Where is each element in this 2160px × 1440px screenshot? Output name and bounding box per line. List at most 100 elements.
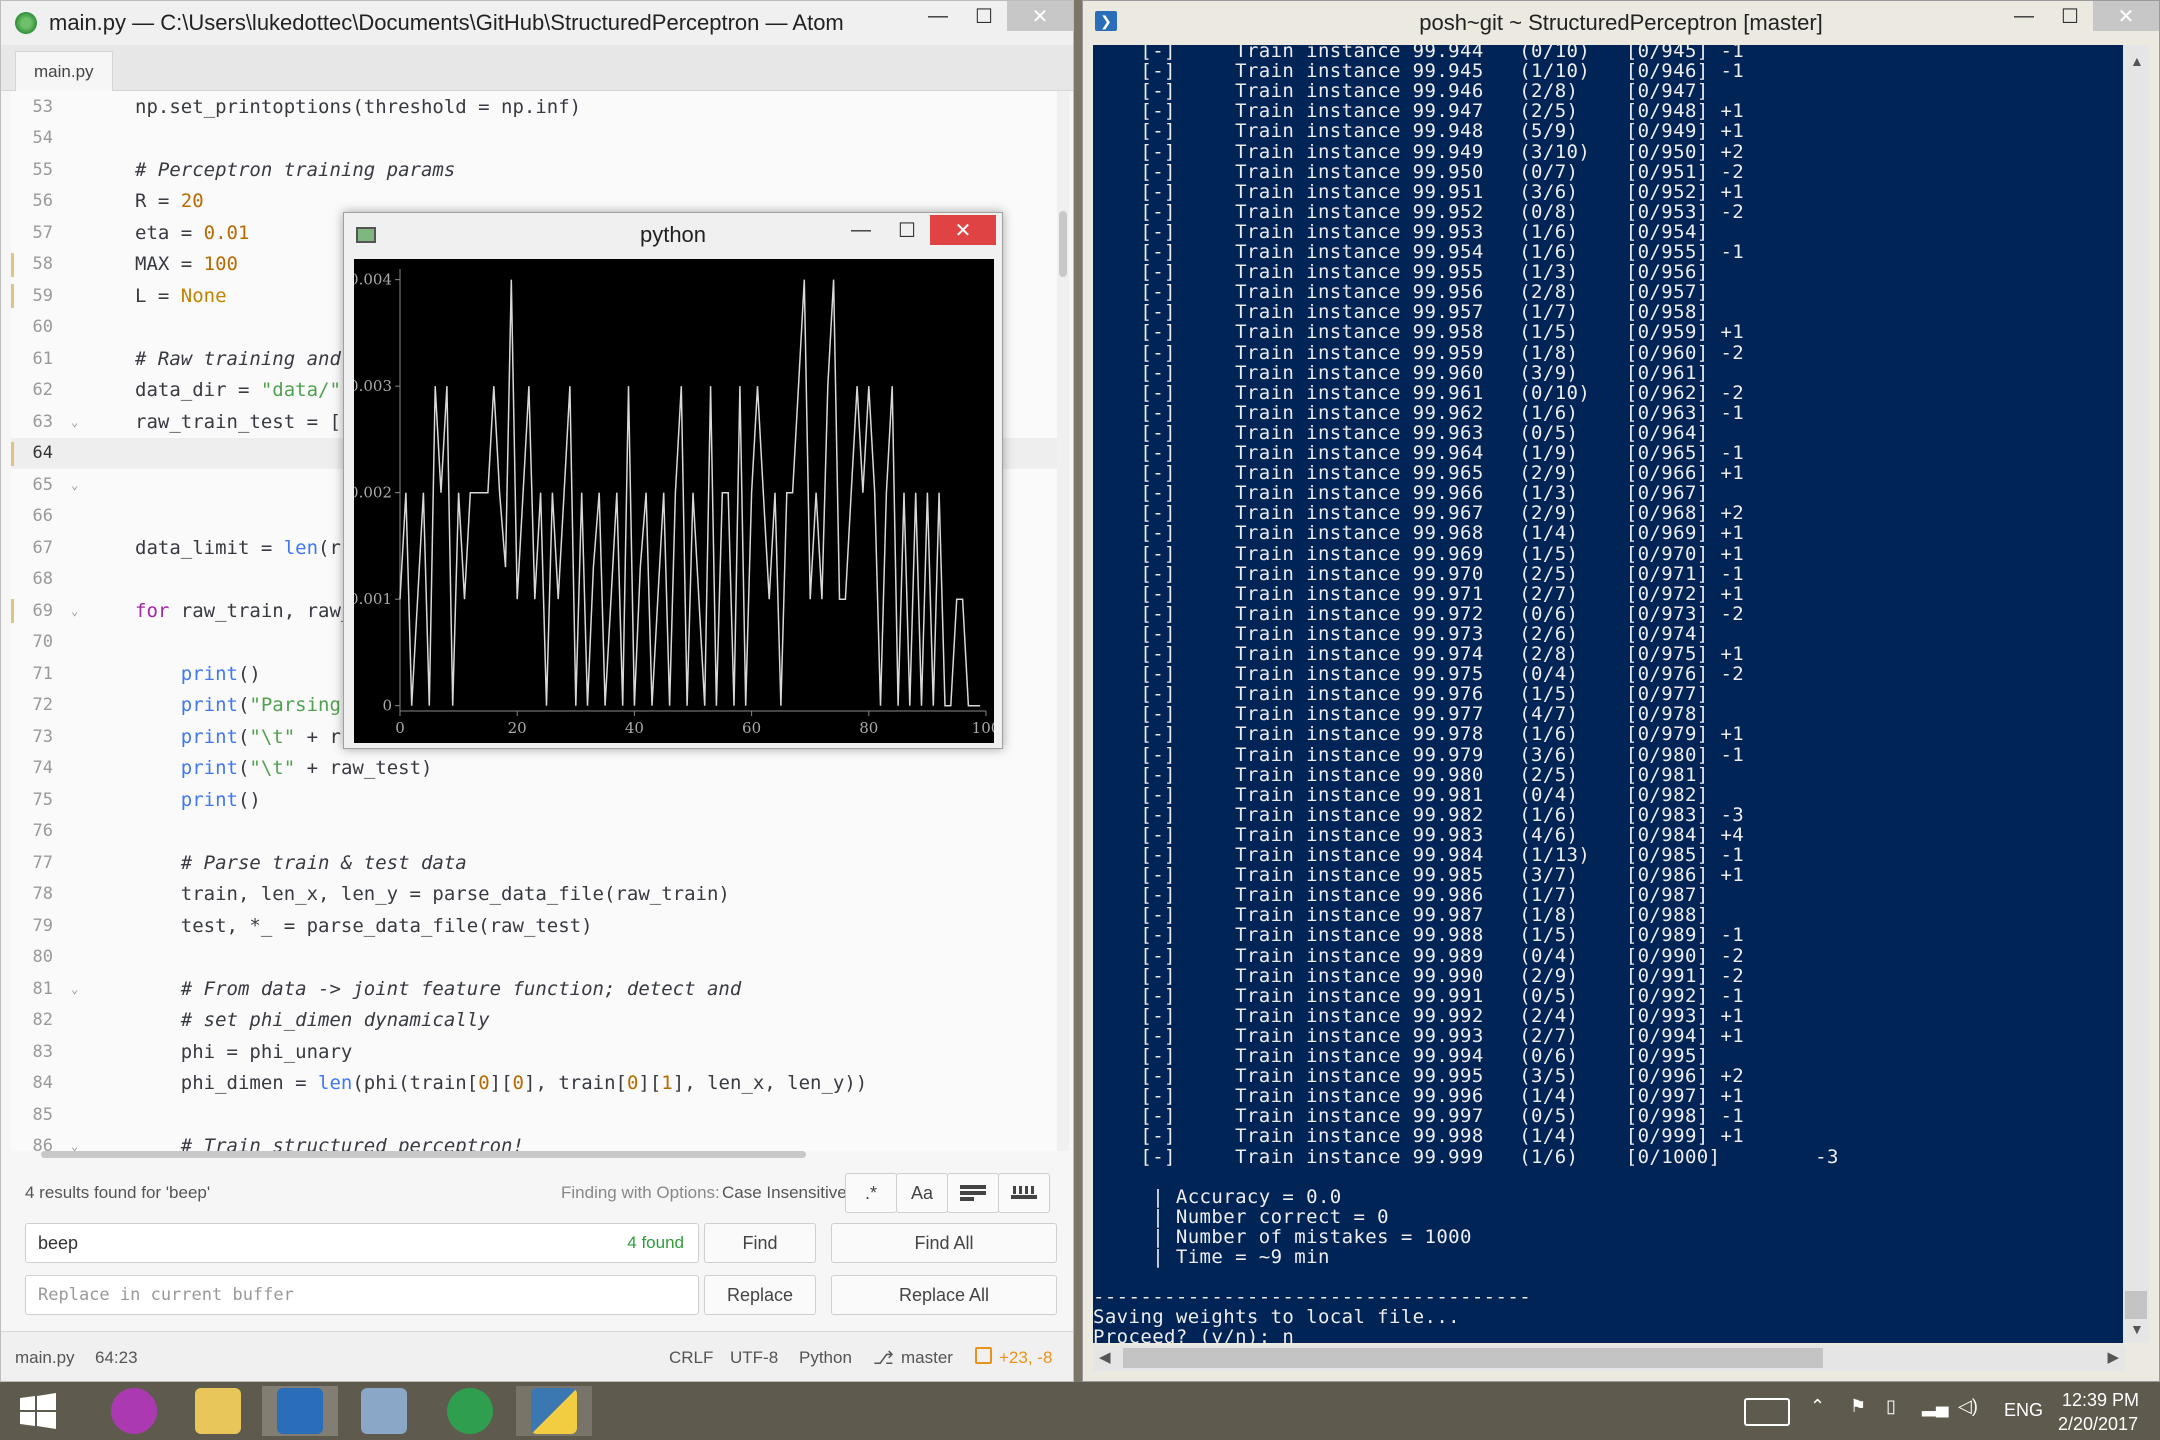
fold-icon[interactable]: ⌄ [71, 604, 78, 618]
terminal-line: Saving weights to local file... [1093, 1306, 1461, 1329]
terminal-output[interactable]: [-] Train instance 99.944 (0/10) [0/945]… [1093, 45, 2125, 1343]
code-line[interactable]: 53 np.set_printoptions(threshold = np.inf… [11, 91, 1057, 123]
tab-main-py[interactable]: main.py [15, 51, 113, 91]
code-line[interactable]: 80 [11, 942, 1057, 974]
volume-icon[interactable]: ◁) [1958, 1396, 1978, 1417]
python-minimize-button[interactable]: — [838, 215, 884, 245]
code-line[interactable]: 84 phi_dimen = len(phi(train[0][0], trai… [11, 1068, 1057, 1100]
powershell-title-bar[interactable]: ❯ posh~git ~ StructuredPerceptron [maste… [1083, 1, 2159, 45]
code-line[interactable]: 55 # Perceptron training params [11, 154, 1057, 186]
fold-icon[interactable]: ⌄ [71, 478, 78, 492]
minimize-button[interactable]: — [915, 1, 961, 31]
taskbar-resource-monitor[interactable] [346, 1386, 422, 1436]
python-close-button[interactable]: ✕ [930, 215, 996, 245]
terminal-line: [-] Train instance 99.972 (0/6) [0/973] … [1093, 602, 1745, 625]
replace-button[interactable]: Replace [704, 1275, 816, 1315]
powershell-minimize-button[interactable]: — [2001, 1, 2047, 31]
code-line[interactable]: 79 test, *_ = parse_data_file(raw_test) [11, 910, 1057, 942]
status-file[interactable]: main.py [15, 1348, 75, 1368]
atom-title-bar[interactable]: main.py — C:\Users\lukedottec\Documents\… [1, 1, 1073, 45]
start-button[interactable] [0, 1386, 76, 1436]
fold-icon[interactable]: ⌄ [71, 415, 78, 429]
line-number: 85 [32, 1104, 53, 1125]
regex-toggle[interactable]: .* [845, 1173, 897, 1213]
terminal-line: [-] Train instance 99.960 (3/9) [0/961] [1093, 361, 1709, 384]
python-maximize-button[interactable]: ☐ [884, 215, 930, 245]
code-line[interactable]: 83 phi = phi_unary [11, 1036, 1057, 1068]
maximize-button[interactable]: ☐ [961, 1, 1007, 31]
scroll-down-icon[interactable]: ▼ [2130, 1321, 2144, 1337]
line-number: 73 [32, 726, 53, 747]
line-number: 80 [32, 947, 53, 968]
battery-icon[interactable]: ▯ [1886, 1396, 1896, 1417]
input-language[interactable]: ENG [2004, 1400, 2043, 1421]
code-line[interactable]: 81 ⌄ # From data -> joint feature functio… [11, 973, 1057, 1005]
taskbar-python[interactable] [516, 1386, 592, 1436]
terminal-line: [-] Train instance 99.964 (1/9) [0/965] … [1093, 442, 1745, 464]
fold-icon[interactable]: ⌄ [71, 982, 78, 996]
data-series-line [399, 279, 981, 707]
status-cursor-position[interactable]: 64:23 [95, 1348, 138, 1368]
editor-vertical-scrollbar[interactable] [1057, 91, 1069, 1151]
x-tick-label: 40 [625, 719, 644, 737]
network-icon[interactable]: ▂▄ [1922, 1396, 1949, 1417]
code-line[interactable]: 86 ⌄ # Train structured perceptron! [11, 1131, 1057, 1151]
find-button[interactable]: Find [704, 1223, 816, 1263]
line-number: 66 [32, 506, 53, 527]
whole-word-toggle[interactable] [998, 1173, 1050, 1213]
fold-icon[interactable]: ⌄ [71, 1139, 78, 1151]
code-line[interactable]: 82 # set phi_dimen dynamically [11, 1005, 1057, 1037]
taskbar-powershell[interactable] [262, 1386, 338, 1436]
clock-time[interactable]: 12:39 PM [2062, 1390, 2139, 1411]
python-plot-window: python — ☐ ✕ 0 0.001 0.002 0.003 0.004 0 20 40 6… [343, 212, 1003, 749]
replace-input[interactable]: Replace in current buffer [25, 1275, 699, 1315]
replace-all-button[interactable]: Replace All [831, 1275, 1057, 1315]
line-number: 70 [32, 632, 53, 653]
code-line[interactable]: 76 [11, 816, 1057, 848]
line-number: 60 [32, 317, 53, 338]
case-sensitive-toggle[interactable]: Aa [896, 1173, 948, 1213]
taskbar-github[interactable] [96, 1386, 172, 1436]
code-text: data_limit = len(r [135, 536, 341, 559]
terminal-vertical-scrollbar[interactable]: ▲ ▼ [2123, 45, 2149, 1343]
show-hidden-icons-icon[interactable]: ⌃ [1810, 1396, 1825, 1417]
taskbar-atom[interactable] [432, 1386, 508, 1436]
code-line[interactable]: 74 print("\t" + raw_test) [11, 753, 1057, 785]
status-git-diff[interactable]: +23, -8 [999, 1348, 1052, 1368]
code-line[interactable]: 77 # Parse train & test data [11, 847, 1057, 879]
github-icon [111, 1388, 157, 1434]
find-all-button[interactable]: Find All [831, 1223, 1057, 1263]
editor-horizontal-scrollbar[interactable] [41, 1151, 806, 1158]
code-line[interactable]: 78 train, len_x, len_y = parse_data_file… [11, 879, 1057, 911]
status-git-branch[interactable]: master [901, 1348, 953, 1368]
scroll-up-icon[interactable]: ▲ [2130, 53, 2144, 69]
find-match-count: 4 found [627, 1233, 684, 1252]
status-encoding[interactable]: UTF-8 [730, 1348, 778, 1368]
terminal-line: [-] Train instance 99.949 (3/10) [0/950]… [1093, 140, 1745, 163]
terminal-line: [-] Train instance 99.974 (2/8) [0/975] … [1093, 643, 1745, 665]
powershell-maximize-button[interactable]: ☐ [2047, 1, 2093, 31]
line-number: 65 [32, 474, 53, 495]
in-selection-toggle[interactable] [947, 1173, 999, 1213]
status-grammar[interactable]: Python [799, 1348, 852, 1368]
code-line[interactable]: 85 [11, 1099, 1057, 1131]
taskbar-file-explorer[interactable] [180, 1386, 256, 1436]
code-line[interactable]: 75 print() [11, 784, 1057, 816]
code-line[interactable]: 54 [11, 123, 1057, 155]
action-center-flag-icon[interactable]: ⚑ [1850, 1396, 1866, 1417]
git-branch-icon: ⎇ [873, 1348, 894, 1368]
y-tick-label: 0.003 [354, 377, 392, 395]
powershell-close-button[interactable]: ✕ [2093, 1, 2159, 31]
scroll-left-icon[interactable]: ◀ [1099, 1348, 1111, 1366]
python-title-bar[interactable]: python — ☐ ✕ [344, 213, 1002, 257]
find-input[interactable]: beep 4 found [25, 1223, 699, 1263]
terminal-line: [-] Train instance 99.978 (1/6) [0/979] … [1093, 723, 1745, 746]
status-line-ending[interactable]: CRLF [669, 1348, 713, 1368]
scroll-right-icon[interactable]: ▶ [2107, 1348, 2119, 1366]
clock-date[interactable]: 2/20/2017 [2058, 1414, 2138, 1435]
terminal-horizontal-scrollbar[interactable]: ◀ ▶ [1093, 1345, 2125, 1371]
terminal-line: [-] Train instance 99.986 (1/7) [0/987] [1093, 884, 1709, 907]
close-button[interactable]: ✕ [1007, 1, 1073, 31]
touch-keyboard-icon[interactable] [1744, 1398, 1790, 1426]
terminal-line: [-] Train instance 99.985 (3/7) [0/986] … [1093, 864, 1745, 887]
